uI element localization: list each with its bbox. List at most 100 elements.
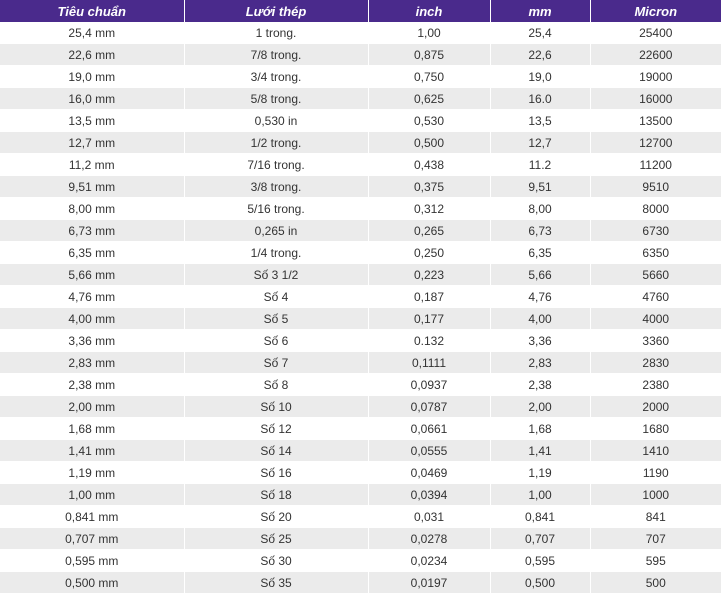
cell-steel-mesh: 1/2 trong.: [184, 131, 369, 154]
cell-standard: 0,707 mm: [0, 527, 185, 550]
cell-steel-mesh: 7/8 trong.: [184, 43, 369, 66]
cell-standard: 3,36 mm: [0, 329, 185, 352]
cell-inch: 0,177: [368, 307, 491, 330]
cell-inch: 0,0469: [368, 461, 491, 484]
cell-inch: 0,875: [368, 43, 491, 66]
cell-steel-mesh: Số 25: [184, 527, 369, 550]
cell-mm: 0,595: [490, 549, 591, 572]
table-row: 1,00 mm Số 18 0,0394 1,00 1000: [0, 483, 721, 506]
cell-micron: 25400: [590, 22, 721, 44]
table-row: 13,5 mm 0,530 in 0,530 13,5 13500: [0, 109, 721, 132]
cell-steel-mesh: Số 3 1/2: [184, 263, 369, 286]
table-row: 2,83 mm Số 7 0,1111 2,83 2830: [0, 351, 721, 374]
cell-inch: 0,0555: [368, 439, 491, 462]
cell-mm: 1,68: [490, 417, 591, 440]
cell-micron: 12700: [590, 131, 721, 154]
cell-micron: 11200: [590, 153, 721, 176]
cell-steel-mesh: Số 5: [184, 307, 369, 330]
cell-micron: 1190: [590, 461, 721, 484]
cell-standard: 9,51 mm: [0, 175, 185, 198]
cell-inch: 0,0234: [368, 549, 491, 572]
table-row: 0,841 mm Số 20 0,031 0,841 841: [0, 505, 721, 528]
cell-inch: 0.132: [368, 329, 491, 352]
cell-micron: 1000: [590, 483, 721, 506]
table-row: 11,2 mm 7/16 trong. 0,438 11.2 11200: [0, 153, 721, 176]
cell-micron: 841: [590, 505, 721, 528]
cell-micron: 6350: [590, 241, 721, 264]
cell-standard: 5,66 mm: [0, 263, 185, 286]
cell-standard: 8,00 mm: [0, 197, 185, 220]
cell-steel-mesh: Số 12: [184, 417, 369, 440]
cell-standard: 4,00 mm: [0, 307, 185, 330]
table-row: 1,41 mm Số 14 0,0555 1,41 1410: [0, 439, 721, 462]
cell-mm: 16.0: [490, 87, 591, 110]
table-row: 22,6 mm 7/8 trong. 0,875 22,6 22600: [0, 43, 721, 66]
cell-mm: 13,5: [490, 109, 591, 132]
cell-micron: 2380: [590, 373, 721, 396]
cell-steel-mesh: Số 20: [184, 505, 369, 528]
cell-mm: 6,73: [490, 219, 591, 242]
cell-mm: 2,83: [490, 351, 591, 374]
cell-standard: 19,0 mm: [0, 65, 185, 88]
cell-mm: 4,76: [490, 285, 591, 308]
header-inch: inch: [368, 0, 491, 22]
cell-steel-mesh: Số 18: [184, 483, 369, 506]
cell-standard: 6,73 mm: [0, 219, 185, 242]
cell-mm: 11.2: [490, 153, 591, 176]
table-row: 25,4 mm 1 trong. 1,00 25,4 25400: [0, 22, 721, 44]
table-row: 16,0 mm 5/8 trong. 0,625 16.0 16000: [0, 87, 721, 110]
cell-steel-mesh: Số 7: [184, 351, 369, 374]
cell-mm: 4,00: [490, 307, 591, 330]
cell-mm: 0,841: [490, 505, 591, 528]
table-row: 0,500 mm Số 35 0,0197 0,500 500: [0, 571, 721, 594]
cell-micron: 3360: [590, 329, 721, 352]
cell-micron: 22600: [590, 43, 721, 66]
cell-inch: 0,031: [368, 505, 491, 528]
cell-steel-mesh: Số 30: [184, 549, 369, 572]
cell-micron: 500: [590, 571, 721, 594]
table-row: 2,38 mm Số 8 0,0937 2,38 2380: [0, 373, 721, 396]
cell-steel-mesh: Số 16: [184, 461, 369, 484]
cell-inch: 0,0197: [368, 571, 491, 594]
header-mm: mm: [490, 0, 591, 22]
cell-steel-mesh: 1 trong.: [184, 22, 369, 44]
cell-standard: 0,595 mm: [0, 549, 185, 572]
cell-mm: 25,4: [490, 22, 591, 44]
cell-standard: 1,19 mm: [0, 461, 185, 484]
cell-inch: 0,375: [368, 175, 491, 198]
table-row: 4,00 mm Số 5 0,177 4,00 4000: [0, 307, 721, 330]
table-row: 6,35 mm 1/4 trong. 0,250 6,35 6350: [0, 241, 721, 264]
cell-mm: 0,500: [490, 571, 591, 594]
table-row: 0,595 mm Số 30 0,0234 0,595 595: [0, 549, 721, 572]
cell-micron: 9510: [590, 175, 721, 198]
table-row: 6,73 mm 0,265 in 0,265 6,73 6730: [0, 219, 721, 242]
cell-standard: 16,0 mm: [0, 87, 185, 110]
cell-micron: 6730: [590, 219, 721, 242]
cell-inch: 0,187: [368, 285, 491, 308]
cell-inch: 0,530: [368, 109, 491, 132]
cell-steel-mesh: Số 14: [184, 439, 369, 462]
cell-steel-mesh: Số 10: [184, 395, 369, 418]
cell-standard: 13,5 mm: [0, 109, 185, 132]
cell-inch: 0,0937: [368, 373, 491, 396]
cell-mm: 1,00: [490, 483, 591, 506]
cell-standard: 1,68 mm: [0, 417, 185, 440]
cell-standard: 6,35 mm: [0, 241, 185, 264]
cell-steel-mesh: 0,530 in: [184, 109, 369, 132]
cell-mm: 2,38: [490, 373, 591, 396]
cell-standard: 1,00 mm: [0, 483, 185, 506]
cell-standard: 4,76 mm: [0, 285, 185, 308]
cell-steel-mesh: 7/16 trong.: [184, 153, 369, 176]
cell-micron: 595: [590, 549, 721, 572]
cell-mm: 19,0: [490, 65, 591, 88]
cell-micron: 4000: [590, 307, 721, 330]
cell-micron: 13500: [590, 109, 721, 132]
cell-steel-mesh: Số 35: [184, 571, 369, 594]
cell-micron: 1680: [590, 417, 721, 440]
table-row: 0,707 mm Số 25 0,0278 0,707 707: [0, 527, 721, 550]
cell-inch: 0,1111: [368, 351, 491, 374]
cell-inch: 0,0278: [368, 527, 491, 550]
cell-steel-mesh: 5/16 trong.: [184, 197, 369, 220]
cell-steel-mesh: Số 6: [184, 329, 369, 352]
table-row: 12,7 mm 1/2 trong. 0,500 12,7 12700: [0, 131, 721, 154]
